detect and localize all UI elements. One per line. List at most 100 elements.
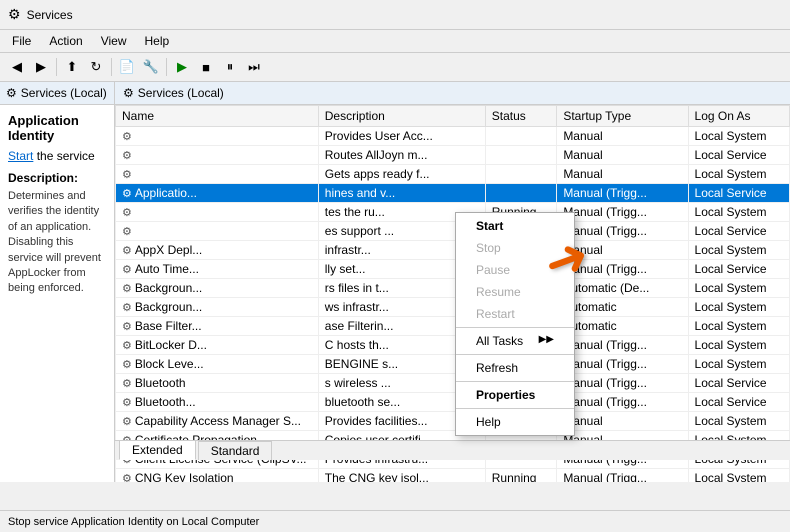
tab-extended[interactable]: Extended (119, 440, 196, 460)
cell-logon: Local Service (688, 222, 789, 241)
table-row[interactable]: ⚙Bluetooth s wireless ... Manual (Trigg.… (116, 374, 790, 393)
col-logon[interactable]: Log On As (688, 106, 789, 127)
table-row[interactable]: ⚙ Routes AllJoyn m... Manual Local Servi… (116, 146, 790, 165)
cell-startup: Automatic (557, 317, 688, 336)
table-row[interactable]: ⚙Applicatio... hines and v... Manual (Tr… (116, 184, 790, 203)
play-button[interactable]: ▶ (171, 56, 193, 78)
menu-action[interactable]: Action (41, 32, 90, 50)
properties-button[interactable]: 🔧 (140, 56, 162, 78)
cell-logon: Local System (688, 203, 789, 222)
status-bar: Stop service Application Identity on Loc… (0, 510, 790, 532)
cell-startup: Manual (557, 165, 688, 184)
table-row[interactable]: ⚙ Gets apps ready f... Manual Local Syst… (116, 165, 790, 184)
cell-desc: Provides User Acc... (318, 127, 485, 146)
table-row[interactable]: ⚙ Provides User Acc... Manual Local Syst… (116, 127, 790, 146)
cell-logon: Local Service (688, 393, 789, 412)
cell-startup: Manual (557, 127, 688, 146)
cell-logon: Local Service (688, 146, 789, 165)
cell-name: ⚙BitLocker D... (116, 336, 319, 355)
forward-button[interactable]: ▶ (30, 56, 52, 78)
status-text: Stop service Application Identity on Loc… (8, 516, 259, 528)
cell-status (485, 127, 557, 146)
cell-name: ⚙ (116, 222, 319, 241)
cell-logon: Local System (688, 317, 789, 336)
context-menu-item-refresh[interactable]: Refresh (456, 357, 574, 379)
cell-startup: Manual (Trigg... (557, 355, 688, 374)
cell-startup: Manual (557, 146, 688, 165)
context-menu-separator (456, 327, 574, 328)
title-bar: ⚙ Services (0, 0, 790, 30)
cell-logon: Local Service (688, 184, 789, 203)
table-row[interactable]: ⚙Auto Time... lly set... Manual (Trigg..… (116, 260, 790, 279)
context-menu-item-start[interactable]: Start (456, 215, 574, 237)
table-row[interactable]: ⚙Bluetooth... bluetooth se... Manual (Tr… (116, 393, 790, 412)
menu-view[interactable]: View (93, 32, 135, 50)
left-panel-header: ⚙ Services (Local) (0, 82, 114, 105)
cell-logon: Local Service (688, 374, 789, 393)
table-row[interactable]: ⚙ tes the ru... Running Manual (Trigg...… (116, 203, 790, 222)
start-link-suffix: the service (37, 149, 95, 163)
cell-name: ⚙Bluetooth (116, 374, 319, 393)
table-row[interactable]: ⚙Capability Access Manager S... Provides… (116, 412, 790, 431)
context-menu-separator (456, 354, 574, 355)
cell-name: ⚙Auto Time... (116, 260, 319, 279)
table-row[interactable]: ⚙Base Filter... ase Filterin... Running … (116, 317, 790, 336)
col-startup[interactable]: Startup Type (557, 106, 688, 127)
tab-standard[interactable]: Standard (198, 441, 273, 460)
gear-icon-right: ⚙ (123, 86, 134, 100)
description-text: Determines and verifies the identity of … (8, 189, 106, 297)
table-row[interactable]: ⚙AppX Depl... infrastr... Manual Local S… (116, 241, 790, 260)
table-row[interactable]: ⚙ es support ... Manual (Trigg... Local … (116, 222, 790, 241)
cell-logon: Local System (688, 298, 789, 317)
context-menu-item-properties[interactable]: Properties (456, 384, 574, 406)
main-layout: ⚙ Services (Local) Application Identity … (0, 82, 790, 482)
start-link[interactable]: Start (8, 149, 33, 163)
stop-button[interactable]: ■ (195, 56, 217, 78)
table-row[interactable]: ⚙Backgroun... ws infrastr... Running Aut… (116, 298, 790, 317)
table-row[interactable]: ⚙Backgroun... rs files in t... Running A… (116, 279, 790, 298)
table-row[interactable]: ⚙CNG Key Isolation The CNG key isol... R… (116, 469, 790, 483)
col-status[interactable]: Status (485, 106, 557, 127)
refresh-button[interactable]: ↻ (85, 56, 107, 78)
cell-name: ⚙ (116, 146, 319, 165)
table-row[interactable]: ⚙BitLocker D... C hosts th... Manual (Tr… (116, 336, 790, 355)
cell-startup: Manual (557, 412, 688, 431)
cell-name: ⚙Capability Access Manager S... (116, 412, 319, 431)
cell-name: ⚙Backgroun... (116, 298, 319, 317)
cell-startup: Manual (Trigg... (557, 184, 688, 203)
cell-name: ⚙ (116, 165, 319, 184)
right-panel-header: ⚙ Services (Local) (115, 82, 790, 105)
table-row[interactable]: ⚙Block Leve... BENGINE s... Manual (Trig… (116, 355, 790, 374)
cell-status (485, 146, 557, 165)
up-button[interactable]: ⬆ (61, 56, 83, 78)
col-name[interactable]: Name (116, 106, 319, 127)
context-menu[interactable]: StartStopPauseResumeRestartAll Tasks ▶Re… (455, 212, 575, 436)
pause-button[interactable]: ⏸ (219, 56, 241, 78)
cell-logon: Local System (688, 127, 789, 146)
export-button[interactable]: 📄 (116, 56, 138, 78)
cell-startup: Manual (Trigg... (557, 203, 688, 222)
cell-logon: Local System (688, 336, 789, 355)
cell-logon: Local System (688, 412, 789, 431)
menu-file[interactable]: File (4, 32, 39, 50)
panel-wrapper: Name Description Status Startup Type Log… (115, 105, 790, 482)
title-text: Services (27, 8, 73, 22)
context-menu-separator (456, 408, 574, 409)
resume-button[interactable]: ⏭ (243, 56, 265, 78)
services-table-container[interactable]: Name Description Status Startup Type Log… (115, 105, 790, 482)
gear-icon: ⚙ (6, 86, 17, 100)
cell-name: ⚙Backgroun... (116, 279, 319, 298)
cell-logon: Local System (688, 355, 789, 374)
back-button[interactable]: ◀ (6, 56, 28, 78)
context-menu-item-restart: Restart (456, 303, 574, 325)
col-description[interactable]: Description (318, 106, 485, 127)
cell-status (485, 165, 557, 184)
cell-logon: Local System (688, 279, 789, 298)
menu-help[interactable]: Help (137, 32, 178, 50)
services-table: Name Description Status Startup Type Log… (115, 105, 790, 482)
cell-startup: Automatic (De... (557, 279, 688, 298)
context-menu-item-help[interactable]: Help (456, 411, 574, 433)
context-menu-item-pause: Pause (456, 259, 574, 281)
right-panel-title: Services (Local) (138, 86, 224, 100)
context-menu-item-all-tasks[interactable]: All Tasks ▶ (456, 330, 574, 352)
